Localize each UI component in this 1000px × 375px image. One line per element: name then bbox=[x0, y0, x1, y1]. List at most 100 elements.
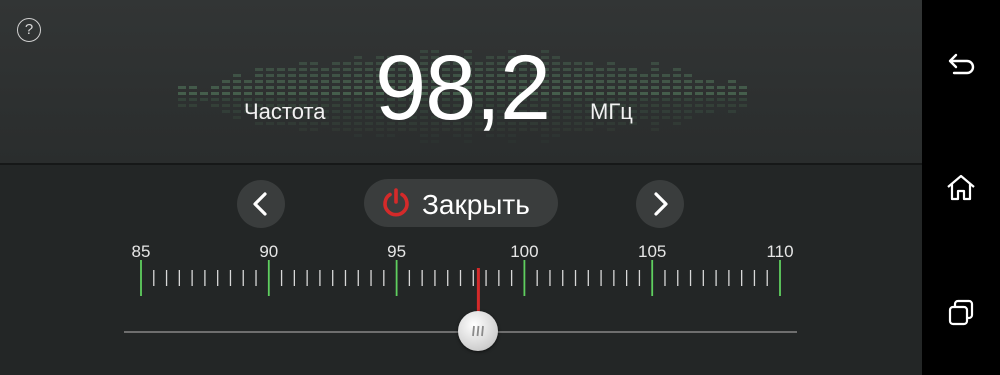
equalizer-reflection bbox=[574, 128, 582, 131]
back-arrow-icon[interactable] bbox=[944, 47, 978, 81]
equalizer-segment bbox=[706, 86, 714, 89]
equalizer-reflection bbox=[662, 116, 670, 119]
equalizer-segment bbox=[552, 92, 560, 95]
equalizer-segment bbox=[354, 62, 362, 65]
equalizer-reflection bbox=[673, 122, 681, 125]
equalizer-reflection bbox=[233, 110, 241, 113]
equalizer-segment bbox=[684, 86, 692, 89]
tuning-slider-handle[interactable] bbox=[458, 311, 499, 351]
scale-label: 95 bbox=[387, 242, 406, 261]
close-button[interactable]: Закрыть bbox=[364, 179, 558, 227]
equalizer-segment bbox=[629, 74, 637, 77]
equalizer-segment bbox=[321, 92, 329, 95]
equalizer-reflection bbox=[233, 116, 241, 119]
equalizer-segment bbox=[618, 68, 626, 71]
next-station-button[interactable] bbox=[636, 180, 684, 228]
equalizer-segment bbox=[354, 74, 362, 77]
equalizer-segment bbox=[299, 62, 307, 65]
equalizer-reflection bbox=[706, 98, 714, 101]
equalizer-segment bbox=[574, 68, 582, 71]
equalizer-segment bbox=[343, 80, 351, 83]
equalizer-reflection bbox=[332, 110, 340, 113]
equalizer-segment bbox=[596, 68, 604, 71]
equalizer-segment bbox=[552, 86, 560, 89]
equalizer-segment bbox=[552, 68, 560, 71]
equalizer-reflection bbox=[222, 110, 230, 113]
equalizer-reflection bbox=[651, 104, 659, 107]
equalizer-segment bbox=[255, 92, 263, 95]
equalizer-reflection bbox=[354, 110, 362, 113]
equalizer-reflection bbox=[552, 122, 560, 125]
equalizer-segment bbox=[574, 80, 582, 83]
equalizer-segment bbox=[651, 92, 659, 95]
equalizer-segment bbox=[343, 86, 351, 89]
equalizer-segment bbox=[739, 86, 747, 89]
equalizer-segment bbox=[585, 92, 593, 95]
grip-icon bbox=[472, 325, 485, 337]
equalizer-reflection bbox=[662, 104, 670, 107]
equalizer-segment bbox=[321, 80, 329, 83]
help-button[interactable]: ? bbox=[17, 18, 41, 42]
equalizer-reflection bbox=[574, 116, 582, 119]
equalizer-reflection bbox=[233, 98, 241, 101]
equalizer-segment bbox=[321, 74, 329, 77]
power-icon bbox=[383, 188, 409, 217]
equalizer-reflection bbox=[332, 122, 340, 125]
equalizer-segment bbox=[695, 80, 703, 83]
recent-apps-icon[interactable] bbox=[944, 296, 978, 330]
equalizer-reflection bbox=[563, 98, 571, 101]
equalizer-segment bbox=[365, 74, 373, 77]
equalizer-reflection bbox=[651, 98, 659, 101]
equalizer-reflection bbox=[365, 104, 373, 107]
equalizer-segment bbox=[255, 86, 263, 89]
equalizer-reflection bbox=[552, 110, 560, 113]
equalizer-segment bbox=[244, 92, 252, 95]
equalizer-reflection bbox=[706, 104, 714, 107]
equalizer-segment bbox=[354, 80, 362, 83]
equalizer-segment bbox=[728, 92, 736, 95]
equalizer-segment bbox=[552, 80, 560, 83]
equalizer-segment bbox=[332, 62, 340, 65]
equalizer-segment bbox=[299, 86, 307, 89]
equalizer-segment bbox=[552, 62, 560, 65]
equalizer-segment bbox=[189, 92, 197, 95]
equalizer-reflection bbox=[673, 104, 681, 107]
equalizer-reflection bbox=[695, 110, 703, 113]
equalizer-segment bbox=[299, 74, 307, 77]
equalizer-segment bbox=[596, 74, 604, 77]
equalizer-segment bbox=[222, 86, 230, 89]
equalizer-segment bbox=[706, 80, 714, 83]
equalizer-reflection bbox=[640, 98, 648, 101]
equalizer-segment bbox=[673, 68, 681, 71]
equalizer-segment bbox=[585, 80, 593, 83]
frequency-display-panel: ? Частота 98,2 МГц bbox=[0, 0, 922, 165]
equalizer-segment bbox=[211, 92, 219, 95]
equalizer-segment bbox=[255, 80, 263, 83]
prev-station-button[interactable] bbox=[237, 180, 285, 228]
equalizer-reflection bbox=[332, 104, 340, 107]
system-nav-bar bbox=[922, 0, 1000, 375]
equalizer-reflection bbox=[574, 104, 582, 107]
equalizer-segment bbox=[332, 86, 340, 89]
home-icon[interactable] bbox=[944, 171, 978, 205]
equalizer-segment bbox=[354, 56, 362, 59]
equalizer-segment bbox=[673, 74, 681, 77]
equalizer-reflection bbox=[299, 128, 307, 131]
equalizer-reflection bbox=[420, 140, 428, 143]
equalizer-reflection bbox=[354, 122, 362, 125]
equalizer-reflection bbox=[332, 98, 340, 101]
frequency-scale[interactable]: 85 90 95 100 105 110 bbox=[0, 230, 922, 375]
equalizer-reflection bbox=[211, 98, 219, 101]
equalizer-segment bbox=[277, 74, 285, 77]
equalizer-segment bbox=[662, 80, 670, 83]
equalizer-reflection bbox=[574, 98, 582, 101]
equalizer-segment bbox=[607, 68, 615, 71]
equalizer-segment bbox=[266, 92, 274, 95]
equalizer-reflection bbox=[365, 98, 373, 101]
equalizer-segment bbox=[673, 86, 681, 89]
equalizer-segment bbox=[651, 80, 659, 83]
equalizer-reflection bbox=[640, 110, 648, 113]
equalizer-segment bbox=[365, 80, 373, 83]
equalizer-segment bbox=[277, 86, 285, 89]
equalizer-segment bbox=[585, 86, 593, 89]
